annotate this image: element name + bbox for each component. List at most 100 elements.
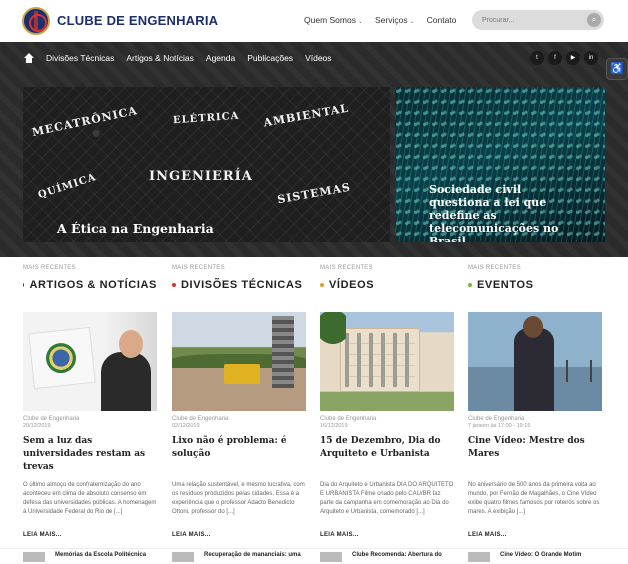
site-header: CLUBE DE ENGENHARIA Quem Somos ⌄ Serviços… xyxy=(0,0,628,42)
bullet-dot xyxy=(23,283,25,287)
article-title[interactable]: 15 de Dezembro, Dia do Arquiteto e Urban… xyxy=(320,435,454,461)
flag-shape xyxy=(28,326,96,390)
related-title: Clube Recomenda: Abertura do xyxy=(352,552,442,558)
subnav-item-divisoes[interactable]: Divisões Técnicas xyxy=(46,53,114,63)
article-date: 20/12/2019 xyxy=(23,423,51,429)
article-source: Clube de Engenharia xyxy=(172,416,229,422)
related-title: Recuperação de mananciais: uma xyxy=(204,552,301,558)
related-thumbnail xyxy=(172,552,194,562)
article-image[interactable] xyxy=(468,312,602,411)
facebook-icon[interactable]: f xyxy=(548,51,562,65)
search-input[interactable] xyxy=(482,13,582,27)
related-thumbnail xyxy=(468,552,490,562)
article-title[interactable]: Lixo não é problema: é solução xyxy=(172,435,306,461)
tower-shape xyxy=(272,316,294,388)
related-item[interactable]: Cine Vídeo: O Grande Motim xyxy=(468,552,602,564)
article-excerpt: Dia do Arquiteto e Urbanista DIA DO ARQU… xyxy=(320,482,454,515)
linkedin-icon[interactable]: in xyxy=(584,51,598,65)
related-title: Memórias da Escola Politécnica xyxy=(55,552,147,558)
divider xyxy=(0,548,628,549)
face-shape xyxy=(119,330,143,358)
section-heading-label: DIVISÕES TÉCNICAS xyxy=(181,279,303,291)
featured-card-etica[interactable]: MECATRÔNICA ELÉTRICA AMBIENTAL INGENIERÍ… xyxy=(23,87,390,242)
article-source: Clube de Engenharia xyxy=(23,416,80,422)
bullet-dot xyxy=(320,283,324,287)
brand-name[interactable]: CLUBE DE ENGENHARIA xyxy=(57,13,218,28)
related-thumbnail xyxy=(320,552,342,562)
section-kicker: MAIS RECENTES xyxy=(320,265,373,271)
search-box: ⌕ xyxy=(472,10,604,30)
read-more-link[interactable]: LEIA MAIS... xyxy=(468,532,507,538)
subnav-item-artigos[interactable]: Artigos & Notícias xyxy=(126,53,194,63)
section-kicker: MAIS RECENTES xyxy=(468,265,521,271)
article-date: 16/12/2019 xyxy=(320,423,348,429)
related-item[interactable]: Recuperação de mananciais: uma xyxy=(172,552,306,564)
featured-title[interactable]: A Ética na Engenharia xyxy=(57,221,214,236)
person-shape xyxy=(101,352,151,411)
section-kicker: MAIS RECENTES xyxy=(23,265,76,271)
featured-card-telecom[interactable]: Sociedade civil questiona a lei que rede… xyxy=(395,87,605,242)
club-logo[interactable] xyxy=(22,7,50,35)
column-videos: MAIS RECENTES VÍDEOS Clube de Engenharia… xyxy=(320,265,454,562)
actor-shape xyxy=(514,328,554,411)
related-item[interactable]: Memórias da Escola Politécnica xyxy=(23,552,157,564)
chevron-down-icon: ⌄ xyxy=(409,19,415,25)
section-heading-label: EVENTOS xyxy=(477,279,534,291)
article-source: Clube de Engenharia xyxy=(320,416,377,422)
nav-item-quem-somos[interactable]: Quem Somos ⌄ xyxy=(304,15,363,25)
related-thumbnail xyxy=(23,552,45,562)
article-title[interactable]: Sem a luz das universidades restam as tr… xyxy=(23,435,157,474)
subnav-item-agenda[interactable]: Agenda xyxy=(206,53,235,63)
accessibility-icon[interactable]: ♿ xyxy=(606,58,628,80)
twitter-icon[interactable]: t xyxy=(530,51,544,65)
featured-title[interactable]: Sociedade civil questiona a lei que rede… xyxy=(429,183,579,242)
chevron-down-icon: ⌄ xyxy=(357,19,363,25)
nav-label: Serviços xyxy=(375,15,408,25)
article-source: Clube de Engenharia xyxy=(468,416,525,422)
nav-item-servicos[interactable]: Serviços ⌄ xyxy=(375,15,415,25)
related-title: Cine Vídeo: O Grande Motim xyxy=(500,552,582,558)
section-heading[interactable]: VÍDEOS xyxy=(320,279,454,291)
youtube-icon[interactable]: ▶ xyxy=(566,51,580,65)
column-artigos: MAIS RECENTES ARTIGOS & NOTÍCIAS Clube d… xyxy=(23,265,157,562)
bullet-dot xyxy=(468,283,472,287)
related-item[interactable]: Clube Recomenda: Abertura do xyxy=(320,552,454,564)
nav-label: Quem Somos xyxy=(304,15,356,25)
bulldozer-shape xyxy=(224,364,260,384)
bullet-dot xyxy=(172,283,176,287)
article-image[interactable] xyxy=(320,312,454,411)
doodle-word: INGENIERÍA xyxy=(149,169,253,184)
section-heading-label: VÍDEOS xyxy=(329,279,375,291)
social-links: t f ▶ in xyxy=(530,51,598,65)
section-heading-label: ARTIGOS & NOTÍCIAS xyxy=(29,279,157,291)
nav-item-contato[interactable]: Contato xyxy=(427,15,457,25)
article-excerpt: No aniversário de 500 anos da primeira v… xyxy=(468,482,600,515)
subnav-item-publicacoes[interactable]: Publicações xyxy=(247,53,293,63)
nav-label: Contato xyxy=(426,15,457,25)
article-image[interactable] xyxy=(23,312,157,411)
building-shape xyxy=(340,328,420,392)
subnav-item-videos[interactable]: Vídeos xyxy=(305,53,331,63)
read-more-link[interactable]: LEIA MAIS... xyxy=(320,532,359,538)
secondary-nav: Divisões Técnicas Artigos & Notícias Age… xyxy=(24,50,332,66)
main-nav: Quem Somos ⌄ Serviços ⌄ Contato xyxy=(304,15,456,25)
section-heading[interactable]: DIVISÕES TÉCNICAS xyxy=(172,279,306,291)
actor-head-shape xyxy=(523,316,543,338)
search-icon[interactable]: ⌕ xyxy=(587,13,601,27)
column-eventos: MAIS RECENTES EVENTOS Clube de Engenhari… xyxy=(468,265,602,562)
ship-shape xyxy=(566,360,592,382)
column-divisoes: MAIS RECENTES DIVISÕES TÉCNICAS Clube de… xyxy=(172,265,306,562)
article-excerpt: O último almoço de confraternização do a… xyxy=(23,482,157,515)
read-more-link[interactable]: LEIA MAIS... xyxy=(172,532,211,538)
palm-shape xyxy=(320,312,346,362)
section-heading[interactable]: EVENTOS xyxy=(468,279,602,291)
section-heading[interactable]: ARTIGOS & NOTÍCIAS xyxy=(23,279,157,291)
article-title[interactable]: Cine Vídeo: Mestre dos Mares xyxy=(468,435,602,461)
article-date: 02/12/2019 xyxy=(172,423,200,429)
article-excerpt: Uma relação sustentável, e mesmo lucrati… xyxy=(172,482,305,515)
article-image[interactable] xyxy=(172,312,306,411)
read-more-link[interactable]: LEIA MAIS... xyxy=(23,532,62,538)
event-date: 7 janeiro às 17:00 - 19:15 xyxy=(468,423,531,429)
home-icon[interactable] xyxy=(24,53,34,63)
section-kicker: MAIS RECENTES xyxy=(172,265,225,271)
